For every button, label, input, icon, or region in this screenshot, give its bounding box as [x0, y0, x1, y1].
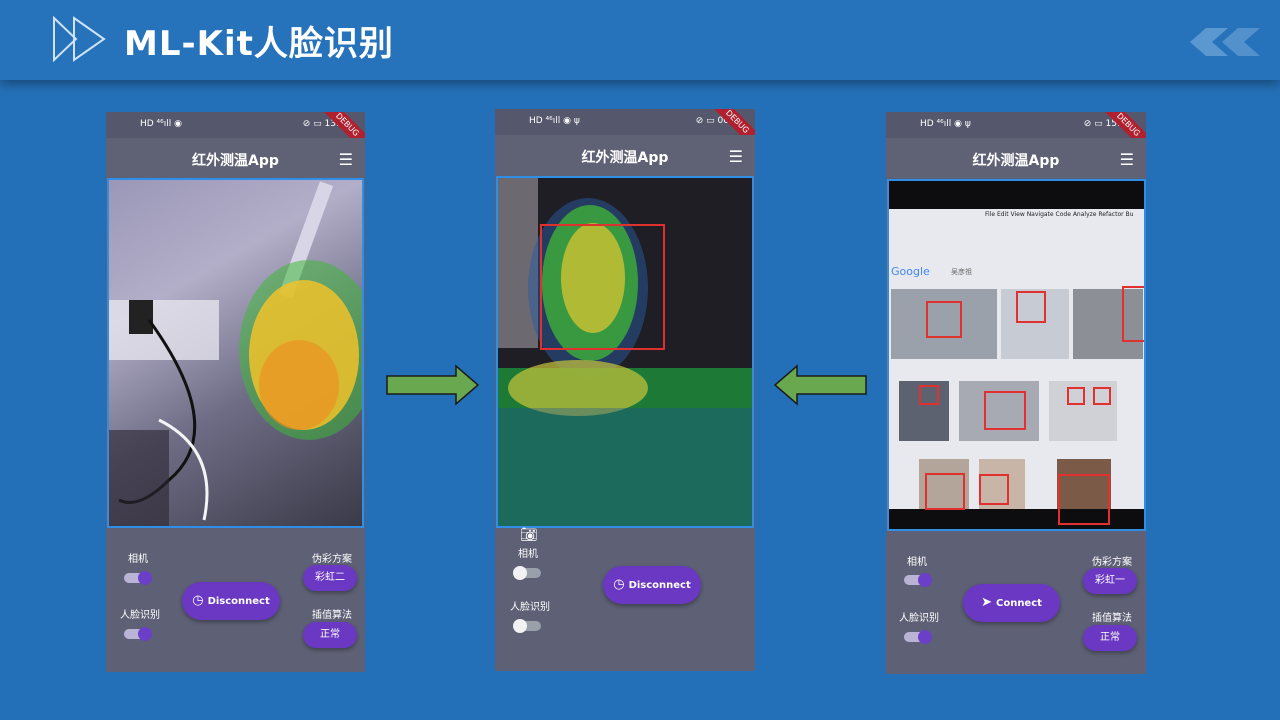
phone-screen-1: HD ⁴⁶ıll ◉ ⊘ ▭ 13: DEBUG 红外测温App ☰ 相机 人脸…: [106, 112, 365, 672]
app-bar: 红外测温App ☰: [886, 138, 1146, 178]
browser-photo: File Edit View Navigate Code Analyze Ref…: [889, 209, 1144, 509]
brand-logo-icon: [1190, 28, 1260, 56]
app-title: 红外测温App: [581, 150, 669, 166]
thermal-camera-view: [107, 178, 364, 528]
face-detection-toggle[interactable]: [513, 619, 541, 633]
disconnect-label: Disconnect: [628, 580, 691, 591]
connect-label: Connect: [995, 598, 1042, 609]
face-detection-box: [1067, 387, 1085, 405]
camera-toggle[interactable]: [513, 566, 541, 580]
thermal-overlay: [109, 181, 362, 526]
pseudo-color-button[interactable]: 彩虹一: [1083, 568, 1137, 594]
connect-button[interactable]: ➤ Connect: [963, 584, 1060, 622]
slide-title: ML-Kit人脸识别: [124, 24, 394, 64]
disconnect-button[interactable]: ◷ Disconnect: [182, 582, 280, 620]
interpolation-label: 插值算法: [312, 610, 352, 621]
app-bar: 红外测温App ☰: [106, 138, 365, 178]
phone-screen-3: HD ⁴⁶ıll ◉ ψ ⊘ ▭ 15: DEBUG 红外测温App ☰ Fil…: [886, 112, 1146, 674]
camera-icon[interactable]: 📷︎: [520, 527, 538, 543]
face-detection-box: [1058, 474, 1110, 525]
double-play-icon: [53, 16, 106, 62]
list-icon[interactable]: ☰: [1120, 150, 1134, 169]
clock-icon: ◷: [613, 577, 625, 592]
face-detection-box: [979, 474, 1009, 505]
face-detection-label: 人脸识别: [510, 602, 550, 613]
face-detection-box: [925, 473, 965, 510]
camera-toggle[interactable]: [124, 571, 152, 585]
camera-label: 相机: [907, 557, 927, 568]
status-bar: HD ⁴⁶ıll ◉ ψ ⊘ ▭ 00 DEBUG: [495, 109, 755, 156]
app-title: 红外测温App: [192, 153, 279, 169]
slide-header: ML-Kit人脸识别: [0, 0, 1280, 80]
camera-label: 相机: [518, 549, 538, 560]
face-detection-toggle[interactable]: [124, 627, 152, 641]
list-icon[interactable]: ☰: [729, 147, 743, 166]
arrow-left-icon: [774, 364, 867, 406]
face-detection-label: 人脸识别: [899, 613, 939, 624]
disconnect-label: Disconnect: [207, 596, 270, 607]
arrow-right-icon: [386, 364, 480, 406]
camera-view: File Edit View Navigate Code Analyze Ref…: [887, 179, 1146, 531]
thermal-camera-view: [496, 176, 754, 528]
status-left: HD ⁴⁶ıll ◉: [140, 119, 182, 129]
face-detection-box: [540, 224, 665, 350]
interpolation-button[interactable]: 正常: [1083, 625, 1137, 651]
pseudo-color-label: 伪彩方案: [1092, 557, 1132, 568]
pseudo-color-label: 伪彩方案: [312, 554, 352, 565]
face-detection-box: [1093, 387, 1111, 405]
interpolation-label: 插值算法: [1092, 613, 1132, 624]
app-bar: 红外测温App ☰: [495, 135, 755, 175]
phone-screen-2: HD ⁴⁶ıll ◉ ψ ⊘ ▭ 00 DEBUG 红外测温App ☰ 📷︎ 相…: [495, 109, 755, 671]
face-detection-box: [1122, 286, 1144, 342]
face-detection-box: [1016, 291, 1046, 323]
app-title: 红外测温App: [972, 153, 1060, 169]
face-detection-toggle[interactable]: [904, 630, 932, 644]
clock-icon: ◷: [192, 593, 204, 608]
send-icon: ➤: [981, 595, 992, 610]
list-icon[interactable]: ☰: [339, 150, 353, 169]
camera-toggle[interactable]: [904, 573, 932, 587]
browser-menu: File Edit View Navigate Code Analyze Ref…: [985, 211, 1134, 218]
google-logo: Google: [891, 265, 930, 278]
pseudo-color-button[interactable]: 彩虹二: [303, 565, 357, 591]
search-query: 吴彦祖: [951, 268, 972, 276]
face-detection-box: [984, 391, 1026, 430]
face-detection-box: [926, 301, 962, 338]
status-bar: HD ⁴⁶ıll ◉ ⊘ ▭ 13: DEBUG: [106, 112, 365, 159]
status-left: HD ⁴⁶ıll ◉ ψ: [529, 116, 580, 126]
disconnect-button[interactable]: ◷ Disconnect: [603, 566, 701, 604]
face-detection-label: 人脸识别: [120, 610, 160, 621]
status-bar: HD ⁴⁶ıll ◉ ψ ⊘ ▭ 15: DEBUG: [886, 112, 1146, 159]
camera-label: 相机: [128, 554, 148, 565]
status-left: HD ⁴⁶ıll ◉ ψ: [920, 119, 971, 129]
face-detection-box: [919, 385, 939, 405]
interpolation-button[interactable]: 正常: [303, 622, 357, 648]
